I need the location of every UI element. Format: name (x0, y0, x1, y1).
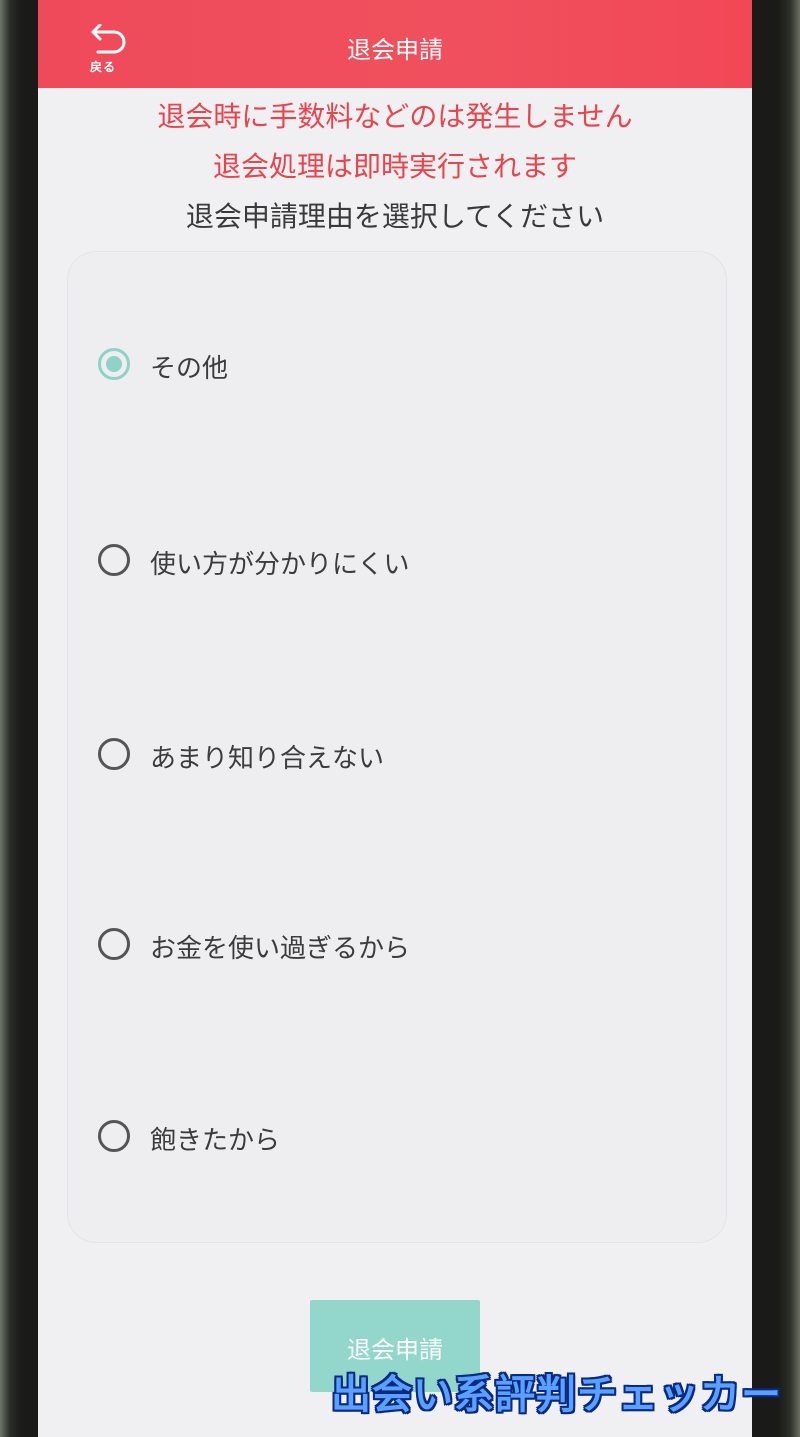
reason-option-hard-to-use[interactable]: 使い方が分かりにくい (98, 532, 658, 592)
reason-option-overspending[interactable]: お金を使い過ぎるから (98, 916, 658, 976)
notice-area: 退会時に手数料などのは発生しません 退会処理は即時実行されます 退会申請理由を選… (38, 92, 752, 242)
immediate-notice: 退会処理は即時実行されます (212, 150, 577, 183)
reason-card: その他 使い方が分かりにくい あまり知り合えない お金を使い過ぎるから 飽きたか… (68, 252, 726, 1242)
radio-selected-icon[interactable] (98, 348, 130, 380)
phone-frame: 戻る 退会申請 退会時に手数料などのは発生しません 退会処理は即時実行されます … (0, 0, 800, 1437)
reason-label: あまり知り合えない (150, 744, 385, 774)
site-watermark: 出会い系評判チェッカー (331, 1372, 782, 1418)
fee-notice: 退会時に手数料などのは発生しません (157, 100, 633, 133)
app-screen: 戻る 退会申請 退会時に手数料などのは発生しません 退会処理は即時実行されます … (38, 0, 752, 1437)
radio-icon[interactable] (98, 1120, 130, 1152)
page-title: 退会申請 (347, 36, 443, 64)
reason-option-bored[interactable]: 飽きたから (98, 1108, 658, 1168)
reason-label: その他 (150, 354, 229, 384)
reason-label: 飽きたから (150, 1126, 281, 1156)
reason-option-other[interactable]: その他 (98, 336, 658, 396)
radio-icon[interactable] (98, 738, 130, 770)
submit-label: 退会申請 (347, 1336, 443, 1364)
radio-icon[interactable] (98, 544, 130, 576)
reason-label: お金を使い過ぎるから (150, 934, 411, 964)
reason-prompt: 退会申請理由を選択してください (185, 200, 605, 233)
reason-option-few-matches[interactable]: あまり知り合えない (98, 726, 658, 786)
reason-label: 使い方が分かりにくい (150, 550, 410, 580)
radio-icon[interactable] (98, 928, 130, 960)
header-bar: 戻る 退会申請 (38, 0, 752, 88)
